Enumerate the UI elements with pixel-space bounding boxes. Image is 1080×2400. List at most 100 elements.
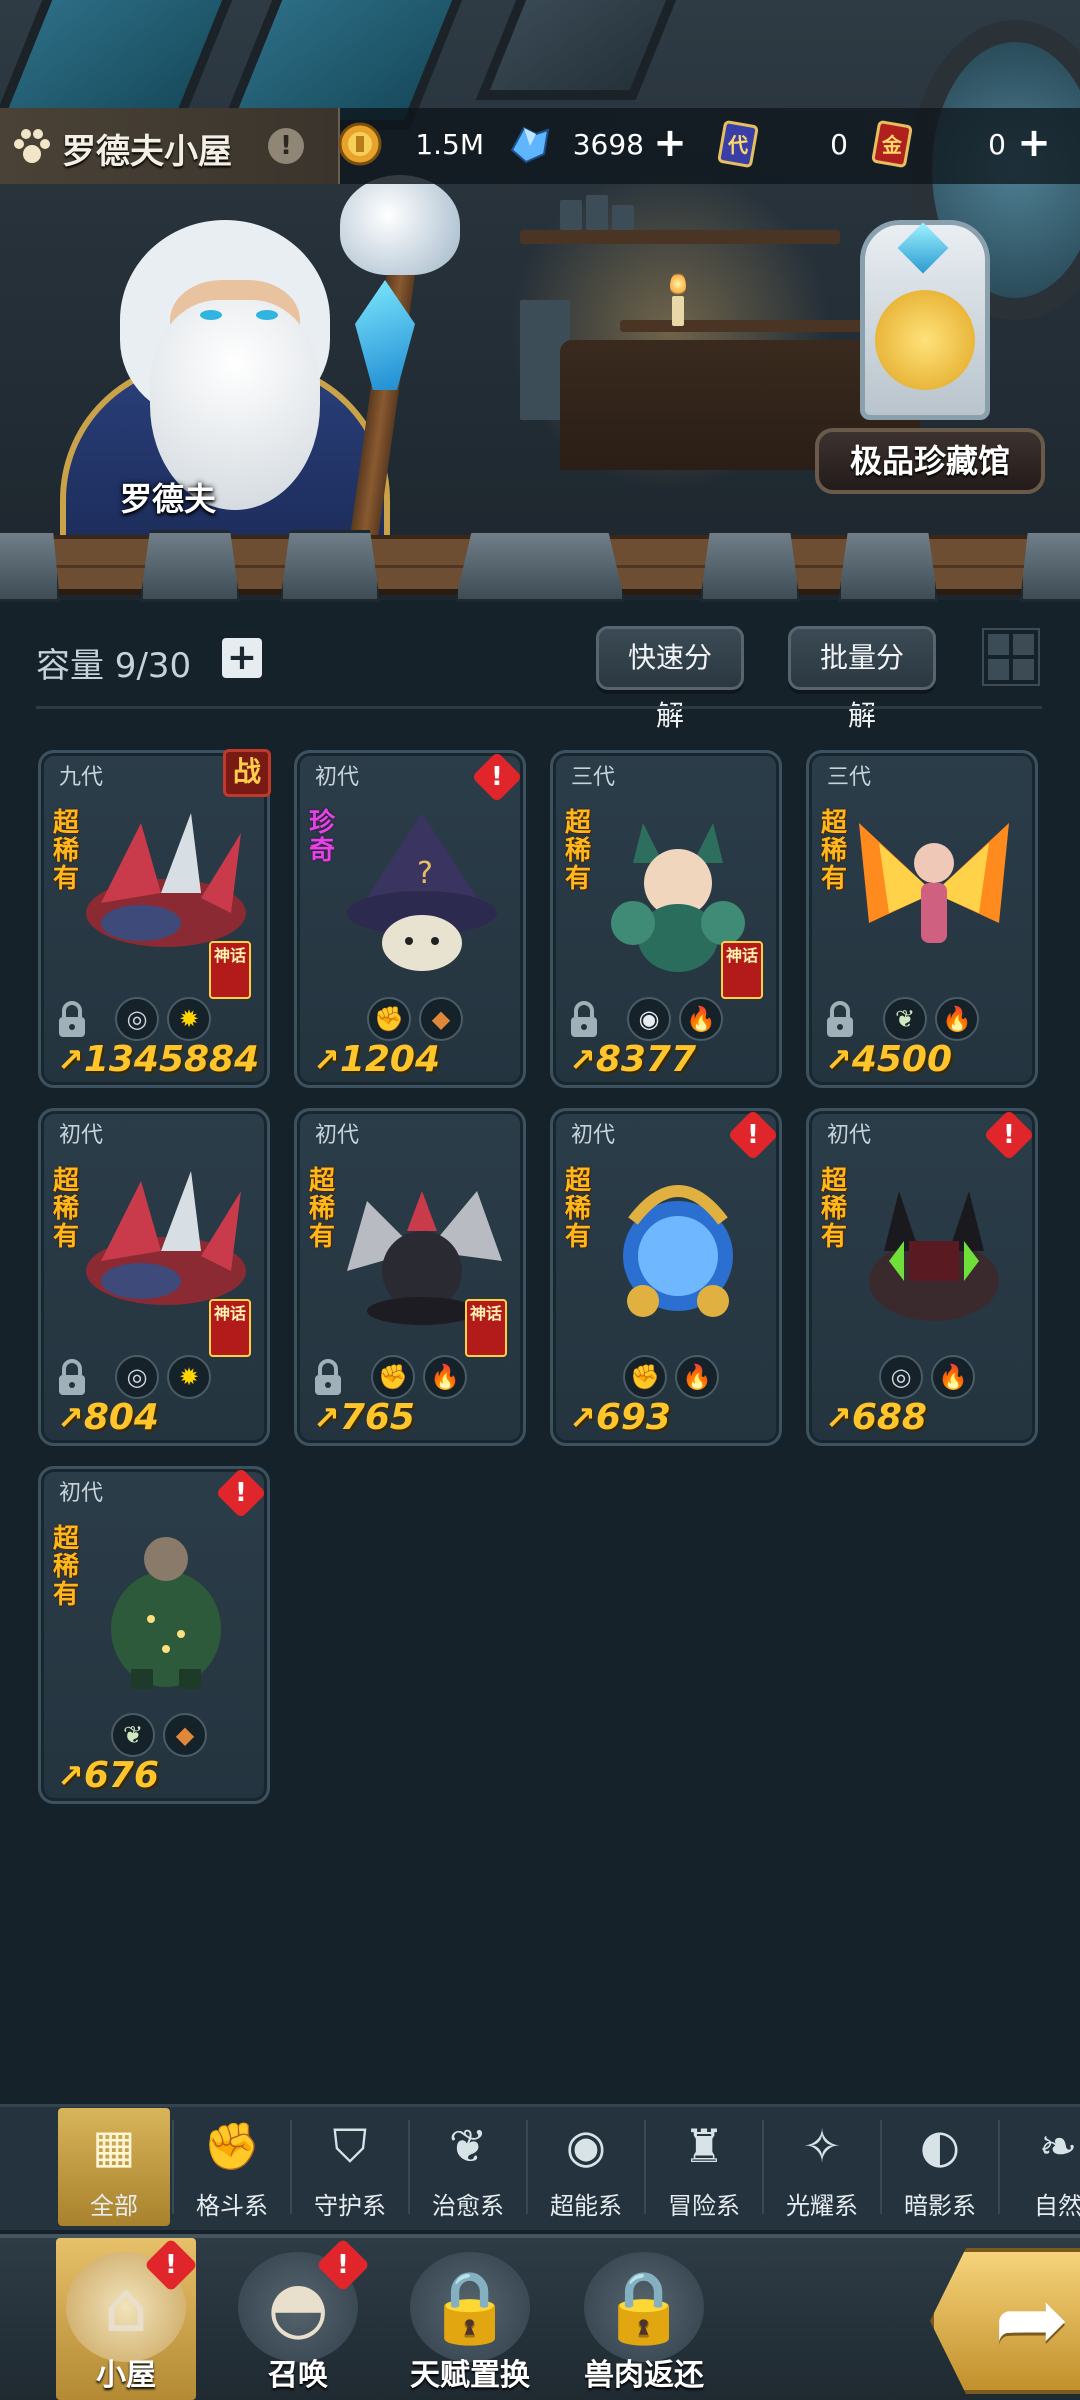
category-separator — [644, 2120, 646, 2214]
category-label: 暗影系 — [904, 2192, 976, 2220]
psychic-element-icon: ◉ — [627, 997, 671, 1041]
tab-talent-swap[interactable]: 🔒 天赋置换 — [400, 2238, 540, 2400]
category-tab[interactable]: ▦ 全部 — [58, 2108, 170, 2226]
myth-tag: 神话 — [209, 941, 251, 999]
alert-icon: ! — [471, 751, 523, 803]
batch-decompose-button[interactable]: 批量分解 — [788, 626, 936, 732]
pet-card[interactable]: 三代 超稀有 ❦ 🔥 ↗4500 — [806, 750, 1038, 1088]
power-arrow-icon: ↗ — [57, 1399, 84, 1437]
pet-card[interactable]: 九代 超稀有战神话 ◎ ✹ ↗1345884 — [38, 749, 271, 1088]
add-crystal-button[interactable]: + — [652, 123, 688, 163]
pet-portrait: ? — [347, 813, 497, 971]
pet-portrait — [111, 1537, 221, 1689]
grid-view-toggle[interactable] — [982, 628, 1040, 686]
lock-icon[interactable] — [311, 1359, 345, 1397]
category-tab[interactable]: ⛉ 守护系 — [294, 2108, 406, 2226]
fire-element-icon: 🔥 — [931, 1355, 975, 1399]
npc-name: 罗德夫 — [120, 480, 217, 518]
pet-power: ↗4500 — [825, 1039, 952, 1080]
lock-icon[interactable] — [823, 1001, 857, 1039]
power-arrow-icon: ↗ — [569, 1041, 596, 1079]
generation-card-icon: 代 — [717, 120, 759, 168]
pet-card[interactable]: 初代? 珍奇! ✊ ◆ ↗1204 — [294, 750, 526, 1088]
category-separator — [408, 2120, 410, 2214]
category-label: 超能系 — [550, 2192, 622, 2220]
eclipse-icon: ◐ — [919, 2119, 961, 2173]
category-separator — [998, 2120, 1000, 2214]
pet-power: ↗1204 — [313, 1039, 440, 1080]
power-arrow-icon: ↗ — [57, 1041, 84, 1079]
category-label: 格斗系 — [196, 2192, 268, 2220]
pet-power: ↗693 — [569, 1397, 671, 1438]
category-separator — [290, 2120, 292, 2214]
pet-card[interactable]: 初代 超稀有 神话 ◎ ✹ ↗804 — [38, 1108, 270, 1446]
category-label: 治愈系 — [432, 2192, 504, 2220]
rarity-label: 超稀有 — [565, 808, 592, 894]
power-arrow-icon: ↗ — [569, 1399, 596, 1437]
gold-card-icon: 金 — [871, 120, 913, 168]
fence-post — [838, 530, 938, 602]
healing-element-icon: ❦ — [111, 1713, 155, 1757]
pet-card[interactable]: 初代 超稀有! ◎ 🔥 ↗688 — [806, 1108, 1038, 1446]
rarity-label: 超稀有 — [821, 808, 848, 894]
myth-tag: 神话 — [721, 941, 763, 999]
category-separator — [526, 2120, 528, 2214]
pet-power: ↗8377 — [569, 1039, 696, 1080]
pet-portrait — [859, 823, 1009, 943]
power-value: 693 — [595, 1397, 671, 1438]
category-tab[interactable]: ❧ 自然 — [1002, 2108, 1080, 2226]
gold-card-amount: 0 — [988, 128, 1006, 161]
power-value: 8377 — [595, 1039, 697, 1080]
pet-portrait — [869, 1191, 999, 1321]
tab-meat-refund[interactable]: 🔒 兽肉返还 — [574, 2238, 714, 2400]
battle-badge: 战 — [223, 749, 271, 797]
pet-card[interactable]: 三代 超稀有 神话 ◉ 🔥 ↗8377 — [550, 750, 782, 1088]
rarity-label: 超稀有 — [309, 1166, 336, 1252]
power-arrow-icon: ↗ — [313, 1041, 340, 1079]
fire-element-icon: 🔥 — [423, 1355, 467, 1399]
pet-card[interactable]: 初代 超稀有 神话 ✊ 🔥 ↗765 — [294, 1108, 526, 1446]
collection-hall[interactable] — [820, 220, 1020, 430]
pet-power: ↗1345884 — [57, 1039, 259, 1080]
quick-decompose-button[interactable]: 快速分解 — [596, 626, 744, 732]
generation-card-amount: 0 — [830, 128, 848, 161]
rarity-label: 超稀有 — [821, 1166, 848, 1252]
power-arrow-icon: ↗ — [825, 1041, 852, 1079]
power-arrow-icon: ↗ — [57, 1757, 84, 1795]
alert-icon: ! — [727, 1109, 779, 1161]
arrow-right-icon: ➦ — [994, 2267, 1070, 2372]
gold-coin-icon — [338, 122, 382, 166]
collection-hall-button[interactable]: 极品珍藏馆 — [815, 428, 1045, 494]
pet-generation: 初代 — [315, 1123, 360, 1148]
category-tab[interactable]: ♜ 冒险系 — [648, 2108, 760, 2226]
light-element-icon: ✹ — [167, 1355, 211, 1399]
fire-element-icon: 🔥 — [935, 997, 979, 1041]
category-tab[interactable]: ✊ 格斗系 — [176, 2108, 288, 2226]
pet-power: ↗765 — [313, 1397, 415, 1438]
healing-element-icon: ❦ — [883, 997, 927, 1041]
add-gold-card-button[interactable]: + — [1016, 123, 1052, 163]
pet-card[interactable]: 初代 超稀有! ❦ ◆ ↗676 — [38, 1466, 270, 1804]
lock-icon[interactable] — [567, 1001, 601, 1039]
capacity-label: 容量 9/30 — [36, 646, 192, 686]
fire-element-icon: 🔥 — [675, 1355, 719, 1399]
pet-power: ↗676 — [57, 1755, 159, 1796]
tab-label: 天赋置换 — [410, 2358, 530, 2393]
fighting-element-icon: ✊ — [367, 997, 411, 1041]
lock-icon[interactable] — [55, 1001, 89, 1039]
category-tab[interactable]: ◐ 暗影系 — [884, 2108, 996, 2226]
expand-capacity-button[interactable]: + — [222, 638, 262, 678]
svg-text:?: ? — [417, 856, 433, 891]
category-tab[interactable]: ◉ 超能系 — [530, 2108, 642, 2226]
candle — [672, 296, 684, 326]
info-button[interactable]: ! — [268, 128, 304, 164]
category-tab[interactable]: ❦ 治愈系 — [412, 2108, 524, 2226]
category-tab[interactable]: ✧ 光耀系 — [766, 2108, 878, 2226]
pet-generation: 初代 — [571, 1123, 616, 1148]
myth-tag: 神话 — [209, 1299, 251, 1357]
pet-card[interactable]: 初代 超稀有! ✊ 🔥 ↗693 — [550, 1108, 782, 1446]
lock-icon[interactable] — [55, 1359, 89, 1397]
fence-post — [0, 530, 60, 602]
rarity-label: 超稀有 — [565, 1166, 592, 1252]
rarity-label: 超稀有 — [53, 1524, 80, 1610]
